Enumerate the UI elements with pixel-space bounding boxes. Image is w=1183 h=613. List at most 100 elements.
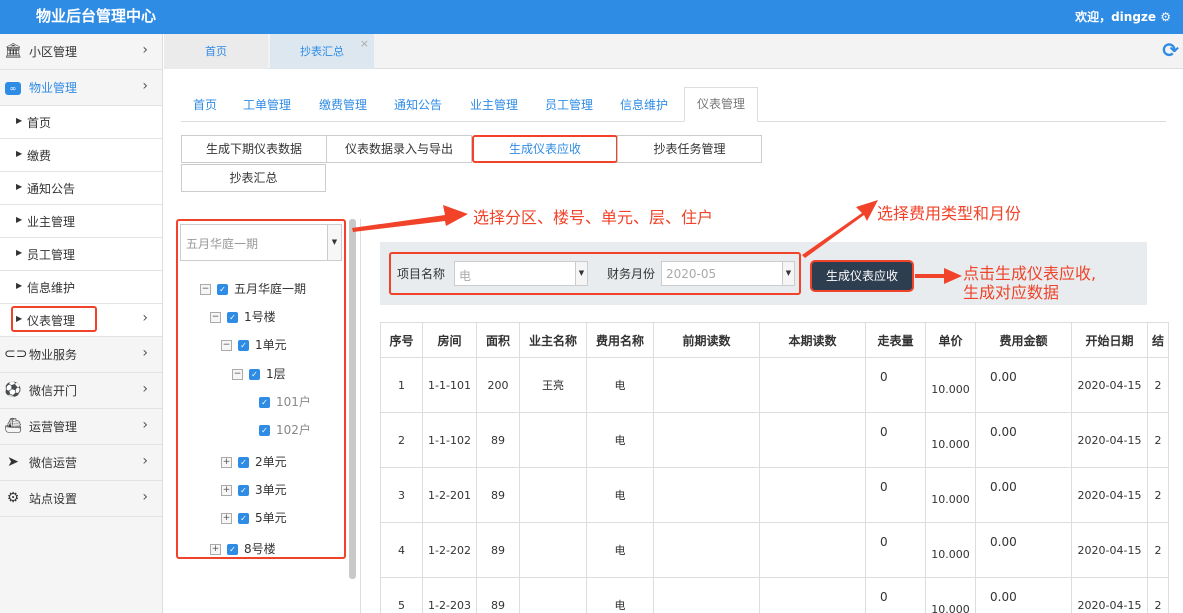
sidebar-item-operations[interactable]: ⛴ 运营管理 ›: [0, 409, 162, 445]
gen-next-period-button[interactable]: 生成下期仪表数据: [181, 135, 327, 163]
table-header-row: 序号 房间 面积 业主名称 费用名称 前期读数 本期读数 走表量 单价 费用金额…: [380, 322, 1170, 358]
cell-fee-name: 电: [586, 522, 654, 578]
annotation-click-generate: 点击生成仪表应收, 生成对应数据: [963, 264, 1096, 302]
sidebar-subitem-home[interactable]: ▶ 首页: [0, 106, 162, 139]
cell-curr-reading[interactable]: [759, 577, 866, 613]
sidebar-item-service[interactable]: ⊂⊃ 物业服务 ›: [0, 337, 162, 373]
checkbox-checked-icon[interactable]: ✓: [217, 284, 228, 295]
collapse-icon[interactable]: −: [200, 284, 211, 295]
annotation-select-type: 选择费用类型和月份: [877, 204, 1022, 223]
modnav-info[interactable]: 信息维护: [620, 96, 668, 113]
refresh-icon[interactable]: ⟳: [1162, 38, 1179, 62]
cell-curr-reading[interactable]: [759, 467, 866, 523]
top-bar: 物业后台管理中心 欢迎，dingze ⚙: [0, 0, 1183, 34]
ship-icon: ⛴: [4, 418, 22, 434]
expand-icon[interactable]: +: [221, 513, 232, 524]
cell-price: 10.000: [925, 412, 976, 468]
cell-usage: 0: [865, 467, 926, 523]
caret-right-icon: ▶: [16, 248, 23, 257]
expand-icon[interactable]: +: [221, 457, 232, 468]
sidebar-item-community[interactable]: 🏛 小区管理 ›: [0, 34, 162, 70]
modnav-meter[interactable]: 仪表管理: [684, 87, 758, 122]
sidebar-subitem-meter[interactable]: ▶ 仪表管理 ›: [0, 304, 162, 337]
tree-node[interactable]: ✓ 102户: [259, 422, 311, 438]
area-select[interactable]: 五月华庭一期 ▼: [180, 224, 342, 261]
col-header: 序号: [380, 322, 423, 358]
expand-icon[interactable]: +: [221, 485, 232, 496]
tree-node[interactable]: − ✓ 1层: [232, 366, 286, 382]
sidebar-item-label: 物业服务: [29, 348, 78, 362]
checkbox-checked-icon[interactable]: ✓: [259, 397, 270, 408]
project-select[interactable]: 电 ▼: [454, 261, 588, 286]
cell-prev-reading[interactable]: [653, 357, 760, 413]
tree-node[interactable]: − ✓ 五月华庭一期: [200, 281, 306, 297]
col-header: 房间: [422, 322, 477, 358]
modnav-staff[interactable]: 员工管理: [545, 96, 593, 113]
tree-node[interactable]: + ✓ 5单元: [221, 510, 287, 526]
checkbox-checked-icon[interactable]: ✓: [227, 544, 238, 555]
tree-node[interactable]: ✓ 101户: [259, 394, 311, 410]
gen-receivable-tab-button[interactable]: 生成仪表应收: [472, 135, 618, 163]
checkbox-checked-icon[interactable]: ✓: [238, 513, 249, 524]
expand-icon[interactable]: +: [210, 544, 221, 555]
cell-curr-reading[interactable]: [759, 412, 866, 468]
tree-node[interactable]: + ✓ 2单元: [221, 454, 287, 470]
cell-room: 1-2-202: [422, 522, 477, 578]
collapse-icon[interactable]: −: [232, 369, 243, 380]
table-row: 1 1-1-101 200 王亮 电 0 10.000 0.00 2020-04…: [380, 357, 1170, 413]
tree-node[interactable]: − ✓ 1单元: [221, 337, 287, 353]
cell-prev-reading[interactable]: [653, 467, 760, 523]
summary-button[interactable]: 抄表汇总: [181, 164, 326, 192]
cell-curr-reading[interactable]: [759, 357, 866, 413]
cell-index: 4: [380, 522, 423, 578]
cell-prev-reading[interactable]: [653, 522, 760, 578]
sidebar-subitem-notice[interactable]: ▶ 通知公告: [0, 172, 162, 205]
sidebar-item-label: 小区管理: [29, 45, 78, 59]
user-menu[interactable]: 欢迎，dingze ⚙: [1075, 8, 1171, 25]
sidebar-item-wechat-ops[interactable]: ➤ 微信运营 ›: [0, 445, 162, 481]
cell-prev-reading[interactable]: [653, 577, 760, 613]
tab-home[interactable]: 首页: [164, 34, 268, 69]
collapse-icon[interactable]: −: [221, 340, 232, 351]
sidebar-subitem-info[interactable]: ▶ 信息维护: [0, 271, 162, 304]
cell-prev-reading[interactable]: [653, 412, 760, 468]
collapse-icon[interactable]: −: [210, 312, 221, 323]
modnav-workorder[interactable]: 工单管理: [243, 96, 291, 113]
sidebar-item-site-settings[interactable]: ⚙ 站点设置 ›: [0, 481, 162, 517]
cell-curr-reading[interactable]: [759, 522, 866, 578]
task-management-button[interactable]: 抄表任务管理: [617, 135, 762, 163]
checkbox-checked-icon[interactable]: ✓: [238, 457, 249, 468]
checkbox-checked-icon[interactable]: ✓: [227, 312, 238, 323]
chevron-right-icon: ›: [142, 417, 148, 433]
cell-start-date: 2020-04-15: [1071, 357, 1148, 413]
cell-end-date: 2: [1146, 522, 1170, 578]
tree-scrollbar[interactable]: [349, 219, 356, 579]
sidebar-subitem-owner[interactable]: ▶ 业主管理: [0, 205, 162, 238]
cell-owner: [519, 522, 587, 578]
checkbox-checked-icon[interactable]: ✓: [249, 369, 260, 380]
modnav-notice[interactable]: 通知公告: [394, 96, 442, 113]
close-icon[interactable]: ×: [360, 26, 369, 61]
tab-meter-summary[interactable]: 抄表汇总 ×: [270, 34, 374, 69]
checkbox-checked-icon[interactable]: ✓: [238, 485, 249, 496]
modnav-payment[interactable]: 缴费管理: [319, 96, 367, 113]
import-export-button[interactable]: 仪表数据录入与导出: [326, 135, 472, 163]
modnav-home[interactable]: 首页: [193, 96, 217, 113]
sidebar-subitem-staff[interactable]: ▶ 员工管理: [0, 238, 162, 271]
tree-node[interactable]: − ✓ 1号楼: [210, 309, 276, 325]
checkbox-checked-icon[interactable]: ✓: [259, 425, 270, 436]
tree-node[interactable]: + ✓ 8号楼: [210, 541, 276, 557]
generate-receivable-button[interactable]: 生成仪表应收: [812, 262, 912, 290]
sidebar-item-wechat-door[interactable]: ⚽ 微信开门 ›: [0, 373, 162, 409]
caret-down-icon: ▼: [782, 262, 794, 285]
modnav-owner[interactable]: 业主管理: [470, 96, 518, 113]
tree-node[interactable]: + ✓ 3单元: [221, 482, 287, 498]
sidebar-subitem-payment[interactable]: ▶ 缴费: [0, 139, 162, 172]
month-select[interactable]: 2020-05 ▼: [661, 261, 795, 286]
checkbox-checked-icon[interactable]: ✓: [238, 340, 249, 351]
toggle-icon: ⊂⊃: [4, 346, 28, 362]
sidebar-item-property[interactable]: ∞ 物业管理 ›: [0, 70, 162, 106]
cell-usage: 0: [865, 357, 926, 413]
caret-right-icon: ▶: [16, 149, 23, 158]
col-header: 费用金额: [975, 322, 1072, 358]
